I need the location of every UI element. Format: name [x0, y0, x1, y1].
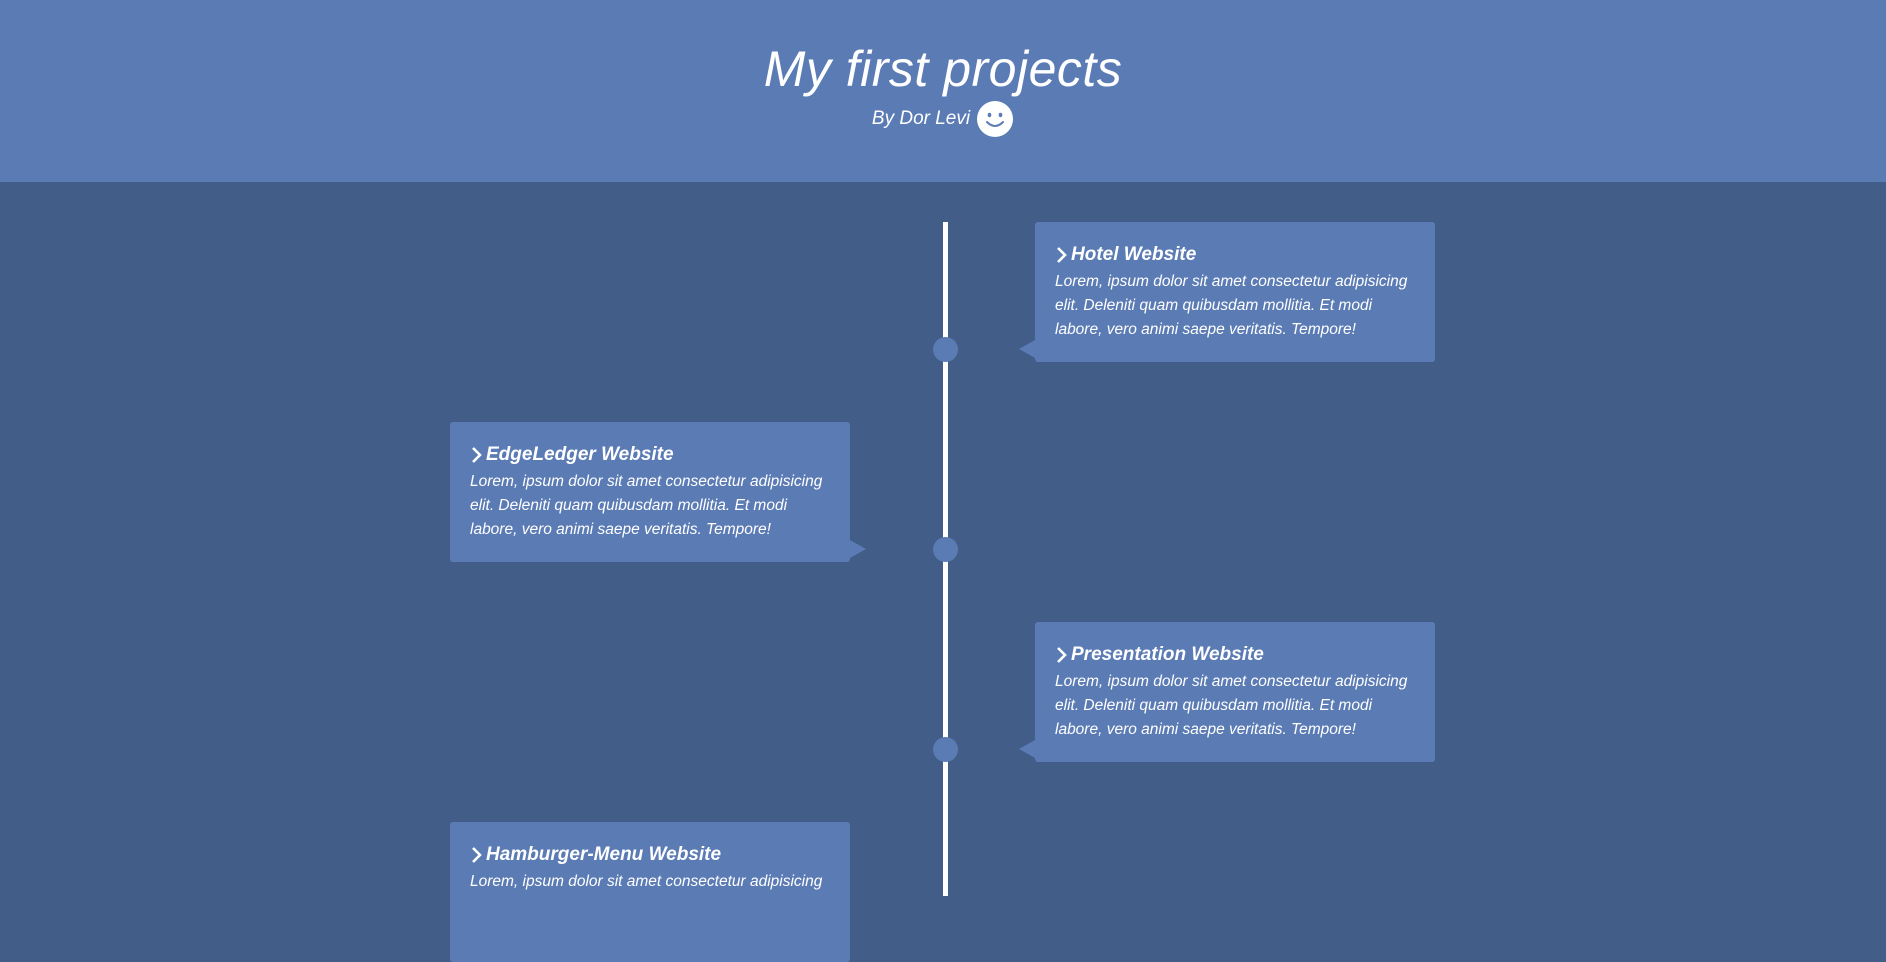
card-title: Hamburger-Menu Website — [470, 844, 830, 866]
page-title: My first projects — [763, 41, 1123, 97]
card-title: Presentation Website — [1055, 644, 1415, 666]
card-pointer — [1019, 340, 1035, 358]
card-title-text: Presentation Website — [1071, 644, 1264, 665]
timeline-card-hotel[interactable]: Hotel Website Lorem, ipsum dolor sit ame… — [1035, 222, 1435, 362]
timeline-card-hamburger-menu[interactable]: Hamburger-Menu Website Lorem, ipsum dolo… — [450, 822, 850, 962]
card-pointer — [1019, 740, 1035, 758]
card-description: Lorem, ipsum dolor sit amet consectetur … — [1055, 273, 1408, 338]
card-title-text: Hotel Website — [1071, 244, 1197, 265]
chevron-right-icon — [472, 847, 482, 863]
timeline-dot — [933, 337, 958, 362]
chevron-right-icon — [1057, 647, 1067, 663]
card-title: Hotel Website — [1055, 244, 1415, 266]
author-name: By Dor Levi — [871, 108, 971, 129]
byline: By Dor Levi — [0, 100, 1886, 138]
card-description: Lorem, ipsum dolor sit amet consectetur … — [1055, 673, 1408, 738]
page-header: My first projects By Dor Levi — [0, 0, 1886, 182]
card-title: EdgeLedger Website — [470, 444, 830, 466]
timeline-dot — [933, 737, 958, 762]
smiley-face-icon — [977, 101, 1014, 137]
timeline-dot — [933, 537, 958, 562]
card-description: Lorem, ipsum dolor sit amet consectetur … — [470, 873, 823, 890]
card-pointer — [850, 540, 866, 558]
timeline-card-edgeledger[interactable]: EdgeLedger Website Lorem, ipsum dolor si… — [450, 422, 850, 562]
card-title-text: Hamburger-Menu Website — [486, 844, 722, 865]
timeline-card-presentation[interactable]: Presentation Website Lorem, ipsum dolor … — [1035, 622, 1435, 762]
card-title-text: EdgeLedger Website — [486, 444, 674, 465]
chevron-right-icon — [1057, 247, 1067, 263]
card-description: Lorem, ipsum dolor sit amet consectetur … — [470, 473, 823, 538]
chevron-right-icon — [472, 447, 482, 463]
